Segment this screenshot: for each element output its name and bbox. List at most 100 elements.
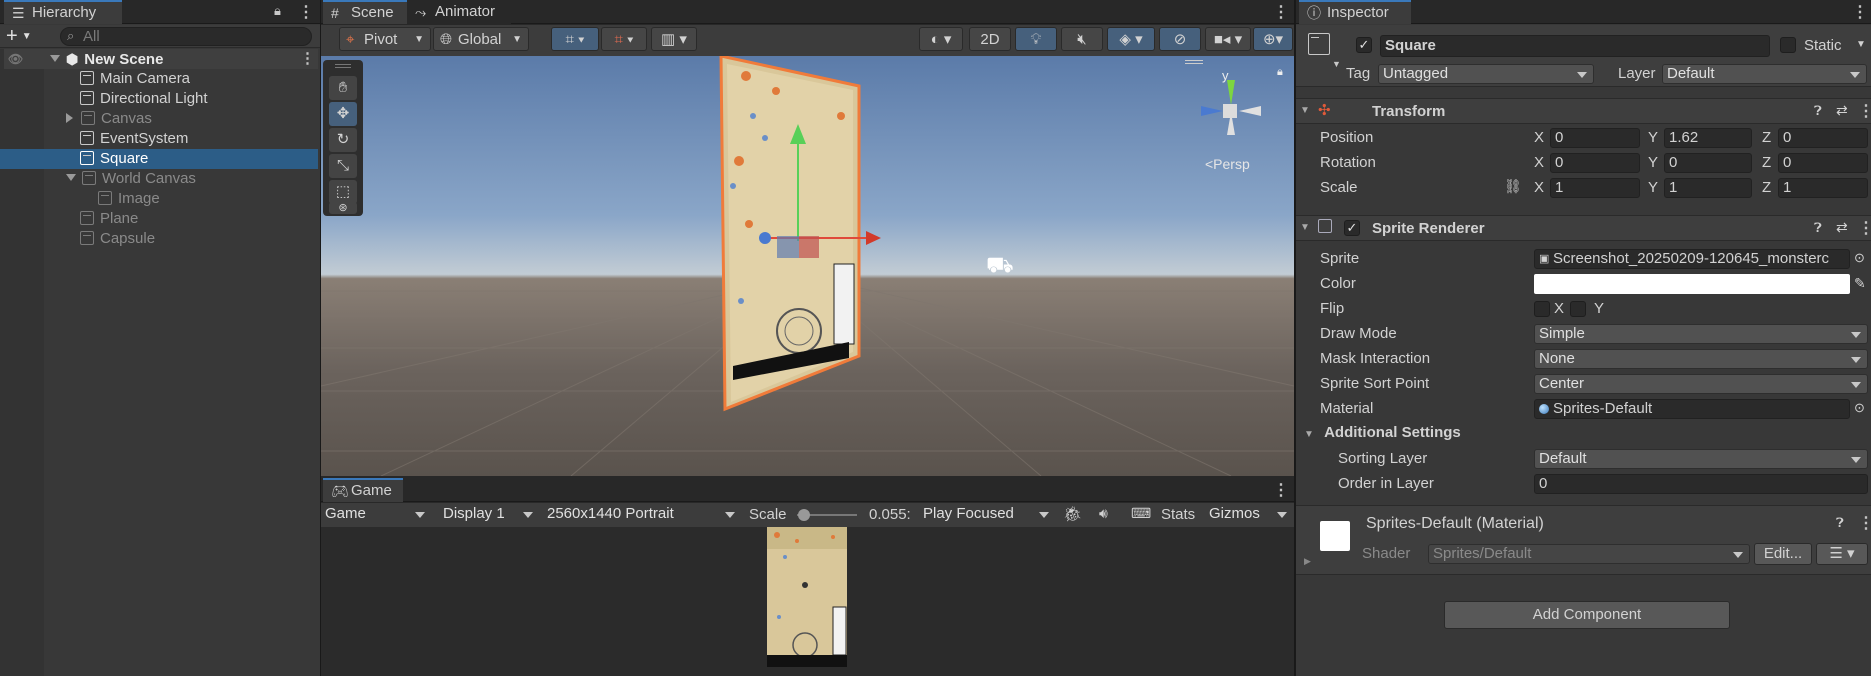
list-item-capsule[interactable]: Capsule xyxy=(4,229,318,249)
more-menu-icon[interactable]: ⋮ xyxy=(298,2,314,22)
stats-button[interactable]: Stats xyxy=(1161,506,1195,523)
game-render-area[interactable] xyxy=(321,527,1294,676)
scale-y-field[interactable]: 1 xyxy=(1664,178,1752,198)
rotation-x-field[interactable]: 0 xyxy=(1550,153,1640,173)
active-checkbox[interactable]: ✓ xyxy=(1356,37,1372,53)
global-dropdown[interactable]: 🌐︎ Global ▼ xyxy=(433,27,529,51)
object-picker-icon[interactable]: ⊙ xyxy=(1854,250,1865,266)
rotation-z-field[interactable]: 0 xyxy=(1778,153,1868,173)
axis-y-label[interactable]: Y xyxy=(1648,179,1658,196)
foldout-arrow-icon[interactable]: ▶ xyxy=(1304,556,1311,567)
scale-slider-thumb[interactable] xyxy=(798,509,810,521)
axis-z-label[interactable]: Z xyxy=(1762,154,1771,171)
additional-settings-foldout[interactable]: ▼ Additional Settings xyxy=(1304,424,1461,444)
foldout-arrow-icon[interactable]: ▼ xyxy=(1300,105,1310,116)
list-item-world-canvas[interactable]: World Canvas xyxy=(4,169,318,189)
tab-inspector[interactable]: ⓘ Inspector xyxy=(1299,0,1411,24)
sprite-object-field[interactable]: ▣ Screenshot_20250209-120645_monsterc xyxy=(1534,249,1850,269)
list-item-square[interactable]: Square xyxy=(0,149,318,169)
axis-y-label[interactable]: Y xyxy=(1648,129,1658,146)
order-in-layer-field[interactable]: 0 xyxy=(1534,474,1868,494)
game-mode-dropdown[interactable]: Game xyxy=(321,505,431,525)
axis-y-label[interactable]: Y xyxy=(1648,154,1658,171)
presets-icon[interactable]: ⇄ xyxy=(1836,102,1848,119)
snap-increment-button[interactable]: ⌗ ▾ xyxy=(601,27,647,51)
audio-toggle[interactable]: 🔇︎ xyxy=(1061,27,1103,51)
list-item-plane[interactable]: Plane xyxy=(4,209,318,229)
position-y-field[interactable]: 1.62 xyxy=(1664,128,1752,148)
resolution-dropdown[interactable]: 2560x1440 Portrait xyxy=(543,505,741,525)
scale-slider[interactable] xyxy=(797,509,857,521)
draw-mode-dropdown[interactable]: Simple xyxy=(1534,324,1868,344)
component-menu-icon[interactable]: ⋮ xyxy=(1858,101,1871,121)
hidden-objects-toggle[interactable]: ⊘ xyxy=(1159,27,1201,51)
more-menu-icon[interactable]: ⋮ xyxy=(1273,480,1289,500)
object-picker-icon[interactable]: ⊙ xyxy=(1854,400,1865,416)
icon-dropdown-arrow[interactable]: ▼ xyxy=(1332,59,1341,69)
static-dropdown-arrow[interactable]: ▼ xyxy=(1856,39,1866,50)
help-icon[interactable]: ❓︎ xyxy=(1814,220,1822,236)
list-item-eventsystem[interactable]: EventSystem xyxy=(4,129,318,149)
expand-arrow-icon[interactable] xyxy=(66,174,76,181)
shader-dropdown[interactable]: Sprites/Default xyxy=(1428,544,1750,564)
color-swatch[interactable] xyxy=(1534,274,1850,294)
search-input[interactable]: ⌕ All xyxy=(60,27,312,46)
tag-dropdown[interactable]: Untagged xyxy=(1378,64,1594,84)
effects-dropdown[interactable]: ◈ ▾ xyxy=(1107,27,1155,51)
tab-animator[interactable]: ⤳ Animator xyxy=(407,0,511,24)
position-z-field[interactable]: 0 xyxy=(1778,128,1868,148)
grid-snap-button[interactable]: ⌗ ▾ xyxy=(551,27,599,51)
tab-game[interactable]: 🎮︎ Game xyxy=(323,478,403,502)
axis-z-label[interactable]: Z xyxy=(1762,179,1771,196)
gameobject-large-icon[interactable] xyxy=(1308,33,1336,61)
keyboard-icon[interactable]: ⌨ xyxy=(1131,505,1151,522)
sorting-layer-dropdown[interactable]: Default xyxy=(1534,449,1868,469)
list-item-image[interactable]: Image xyxy=(4,189,318,209)
axis-x-label[interactable]: X xyxy=(1534,179,1544,196)
expand-arrow-icon[interactable] xyxy=(66,113,73,123)
constrain-proportions-icon[interactable]: ⛓︎ xyxy=(1504,178,1522,195)
sprite-renderer-enabled-checkbox[interactable]: ✓ xyxy=(1344,220,1360,236)
list-item-canvas[interactable]: Canvas xyxy=(4,109,318,129)
more-menu-icon[interactable]: ⋮ xyxy=(1852,2,1868,22)
help-icon[interactable]: ❓︎ xyxy=(1836,515,1844,531)
toggle-2d-button[interactable]: 2D xyxy=(969,27,1011,51)
eyedropper-icon[interactable]: ✎ xyxy=(1854,275,1866,292)
pivot-dropdown[interactable]: ⌖ Pivot ▼ xyxy=(339,27,431,51)
expand-arrow-icon[interactable] xyxy=(50,55,60,62)
camera-gizmo-icon[interactable]: ⛟ xyxy=(986,252,1014,281)
object-name-field[interactable]: Square xyxy=(1380,35,1770,57)
list-item-directional-light[interactable]: Directional Light xyxy=(4,89,318,109)
speaker-icon[interactable]: 🔊︎ xyxy=(1099,505,1108,522)
scale-z-field[interactable]: 1 xyxy=(1778,178,1868,198)
foldout-arrow-icon[interactable]: ▼ xyxy=(1300,222,1310,233)
align-button[interactable]: ▥ ▾ xyxy=(651,27,697,51)
add-component-button[interactable]: Add Component xyxy=(1444,601,1730,629)
display-dropdown[interactable]: Display 1 xyxy=(439,505,539,525)
help-icon[interactable]: ❓︎ xyxy=(1814,103,1822,119)
component-menu-icon[interactable]: ⋮ xyxy=(1858,218,1871,238)
orientation-gizmo[interactable]: 🔒︎ y <Persp xyxy=(1185,60,1285,180)
flip-x-checkbox[interactable] xyxy=(1534,301,1550,317)
static-checkbox[interactable] xyxy=(1780,37,1796,53)
axis-z-label[interactable]: Z xyxy=(1762,129,1771,146)
mask-interaction-dropdown[interactable]: None xyxy=(1534,349,1868,369)
material-object-field[interactable]: Sprites-Default xyxy=(1534,399,1850,419)
axis-x-label[interactable]: X xyxy=(1534,129,1544,146)
play-focused-dropdown[interactable]: Play Focused xyxy=(919,505,1055,525)
rotation-y-field[interactable]: 0 xyxy=(1664,153,1752,173)
edit-shader-button[interactable]: Edit... xyxy=(1754,543,1812,565)
sprite-sort-point-dropdown[interactable]: Center xyxy=(1534,374,1868,394)
scene-viewport[interactable]: ✋︎ ✥ ↻ ⤡ ⬚ ⊛ ⛟ 🔒︎ y <Persp xyxy=(321,56,1294,476)
shader-options-button[interactable]: ☰ ▾ xyxy=(1816,543,1868,565)
camera-dropdown[interactable]: ■◂ ▾ xyxy=(1205,27,1251,51)
transform-header[interactable]: ▼ ✣ Transform ❓︎ ⇄ ⋮ xyxy=(1296,98,1871,124)
shading-mode-dropdown[interactable]: ◐ ▾ xyxy=(919,27,963,51)
layer-dropdown[interactable]: Default xyxy=(1662,64,1867,84)
bug-icon[interactable]: 🐞︎ xyxy=(1063,505,1082,523)
more-menu-icon[interactable]: ⋮ xyxy=(1273,2,1289,22)
eye-icon[interactable]: 👁︎ xyxy=(8,49,23,69)
lock-icon[interactable]: 🔒︎ xyxy=(274,3,281,19)
scene-menu-icon[interactable]: ⋮ xyxy=(300,49,315,69)
selected-sprite[interactable] xyxy=(321,56,1294,476)
